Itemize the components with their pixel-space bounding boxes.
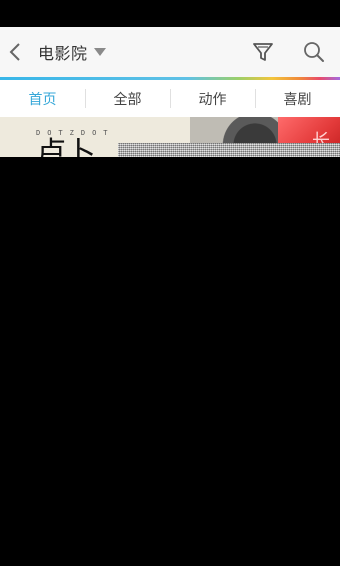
tab-label: 全部 [113, 91, 142, 108]
tab-comedy[interactable]: 喜剧 [255, 80, 340, 117]
status-bar [0, 0, 340, 27]
filter-icon[interactable] [252, 41, 274, 63]
tab-home[interactable]: 首页 [0, 80, 85, 117]
search-icon[interactable] [302, 40, 326, 64]
tab-all[interactable]: 全部 [85, 80, 170, 117]
tab-label: 动作 [198, 91, 227, 108]
loading-artifact [118, 143, 340, 157]
title-bar: 电影院 [0, 27, 340, 77]
tab-action[interactable]: 动作 [170, 80, 255, 117]
chevron-left-icon[interactable] [6, 40, 26, 64]
tab-label: 喜剧 [283, 91, 312, 108]
tab-label: 首页 [28, 91, 57, 108]
page-title: 电影院 [38, 44, 88, 63]
category-dropdown[interactable]: 电影院 [38, 40, 106, 64]
category-tabs: 首页 全部 动作 喜剧 [0, 80, 340, 117]
banner-title: 卢卜 [36, 136, 96, 158]
caret-down-icon [93, 48, 106, 56]
content-area [0, 157, 340, 566]
